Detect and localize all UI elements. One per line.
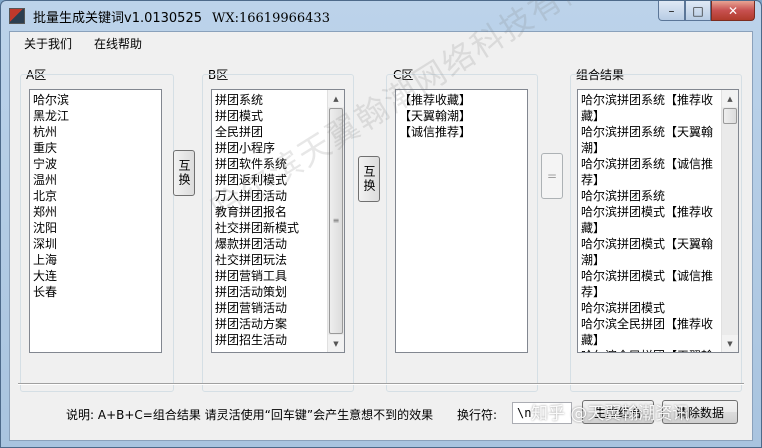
list-item[interactable]: 拼团活动策划 [215,284,344,300]
result-scroll-down-icon[interactable]: ▼ [722,335,738,352]
window-title-name: 批量生成关键词v1.0130525 [33,10,202,26]
list-item[interactable]: 社交拼团玩法 [215,252,344,268]
b-scrollbar[interactable]: ▲ ≡ ▼ [327,90,344,352]
list-item[interactable]: 社交拼团新模式 [215,220,344,236]
title-bar[interactable]: 批量生成关键词v1.0130525 WX:16619966433 – □ ✕ [1,1,761,31]
list-item[interactable]: 哈尔滨拼团模式 [581,300,721,316]
list-item[interactable]: 郑州 [33,204,161,220]
client-area: 关于我们 在线帮助 A区 哈尔滨 黑龙江 杭州 重庆 宁波 温州 北京 郑州 沈阳 深圳 上海 大连长… [9,31,753,441]
list-item[interactable]: 拼团模式 [215,108,344,124]
list-item[interactable]: 长春 [33,284,161,300]
a-listbox[interactable]: 哈尔滨 黑龙江 杭州 重庆 宁波 温州 北京 郑州 沈阳 深圳 上海 大连 长春 [29,89,162,353]
instructions-text: 说明: A+B+C=组合结果 请灵活使用“回车键”会产生意想不到的效果 [66,408,434,422]
menu-item-help[interactable]: 在线帮助 [86,35,150,52]
b-listbox[interactable]: 拼团系统 拼团模式 全民拼团 拼团小程序 拼团软件系统 拼团返利模式 万人拼团活动 教育拼团报… [211,89,345,353]
separator-line [18,383,744,385]
list-item[interactable]: 重庆 [33,140,161,156]
group-b: 拼团系统 拼团模式 全民拼团 拼团小程序 拼团软件系统 拼团返利模式 万人拼团活动 教育拼团报… [202,74,354,392]
list-item[interactable]: 哈尔滨全民拼团【天翼翰潮】 [581,348,721,352]
list-item[interactable]: 哈尔滨全民拼团【推荐收藏】 [581,316,721,348]
maximize-button[interactable]: □ [685,1,711,21]
list-item[interactable]: 【诚信推荐】 [399,124,527,140]
list-item[interactable]: 全民拼团 [215,124,344,140]
list-item[interactable]: 【天翼翰潮】 [399,108,527,124]
swap-bc-button[interactable]: 互换 [358,156,380,202]
app-icon [9,8,25,24]
list-item[interactable]: 教育拼团报名 [215,204,344,220]
b-scroll-up-icon[interactable]: ▲ [328,90,344,107]
list-item[interactable]: 哈尔滨拼团模式【天翼翰潮】 [581,236,721,268]
source-watermark: 知乎 @天翼翰潮资讯 [531,404,690,424]
app-window: 批量生成关键词v1.0130525 WX:16619966433 – □ ✕ 关于… [0,0,762,448]
list-item[interactable]: 大连 [33,268,161,284]
window-title: 批量生成关键词v1.0130525 WX:16619966433 [33,7,330,26]
list-item[interactable]: 哈尔滨拼团系统【诚信推荐】 [581,156,721,188]
result-listbox[interactable]: 哈尔滨拼团系统【推荐收藏】 哈尔滨拼团系统【天翼翰潮】 哈尔滨拼团系统【诚信推荐】哈… [577,89,739,353]
list-item[interactable]: 爆款拼团活动 [215,236,344,252]
list-item[interactable]: 温州 [33,172,161,188]
result-scroll-up-icon[interactable]: ▲ [722,90,738,107]
a-list-items: 哈尔滨 黑龙江 杭州 重庆 宁波 温州 北京 郑州 沈阳 深圳 上海 大连 长春 [30,90,161,300]
b-list-items: 拼团系统 拼团模式 全民拼团 拼团小程序 拼团软件系统 拼团返利模式 万人拼团活动 教育拼团报… [212,90,344,348]
list-item[interactable]: 深圳 [33,236,161,252]
close-icon: ✕ [727,3,739,18]
list-item[interactable]: 哈尔滨拼团模式【推荐收藏】 [581,204,721,236]
group-a: 哈尔滨 黑龙江 杭州 重庆 宁波 温州 北京 郑州 沈阳 深圳 上海 大连 长春 [20,74,174,392]
list-item[interactable]: 哈尔滨拼团模式【诚信推荐】 [581,268,721,300]
result-scroll-thumb[interactable] [723,108,737,124]
list-item[interactable]: 【推荐收藏】 [399,92,527,108]
list-item[interactable]: 拼团营销活动 [215,300,344,316]
list-item[interactable]: 哈尔滨拼团系统 [581,188,721,204]
window-controls: – □ ✕ [658,1,755,21]
result-scrollbar[interactable]: ▲ ▼ [721,90,738,352]
list-item[interactable]: 宁波 [33,156,161,172]
window-title-wx: WX:16619966433 [212,10,330,26]
minimize-button[interactable]: – [658,1,685,21]
list-item[interactable]: 哈尔滨 [33,92,161,108]
list-item[interactable]: 上海 [33,252,161,268]
list-item[interactable]: 拼团系统 [215,92,344,108]
menu-bar: 关于我们 在线帮助 [10,32,752,54]
result-list-items: 哈尔滨拼团系统【推荐收藏】 哈尔滨拼团系统【天翼翰潮】 哈尔滨拼团系统【诚信推荐】哈… [578,90,721,352]
b-scroll-thumb[interactable]: ≡ [329,108,343,334]
list-item[interactable]: 北京 [33,188,161,204]
b-scroll-down-icon[interactable]: ▼ [328,335,344,352]
list-item[interactable]: 黑龙江 [33,108,161,124]
list-item[interactable]: 拼团软件系统 [215,156,344,172]
c-listbox[interactable]: 【推荐收藏】 【天翼翰潮】 【诚信推荐】 [395,89,528,353]
group-result: 哈尔滨拼团系统【推荐收藏】 哈尔滨拼团系统【天翼翰潮】 哈尔滨拼团系统【诚信推荐】哈… [570,74,742,392]
swap-ab-button[interactable]: 互换 [173,150,195,196]
list-item[interactable]: 哈尔滨拼团系统【天翼翰潮】 [581,124,721,156]
list-item[interactable]: 拼团营销工具 [215,268,344,284]
list-item[interactable]: 哈尔滨拼团系统【推荐收藏】 [581,92,721,124]
equals-button[interactable]: = [541,153,563,199]
list-item[interactable]: 沈阳 [33,220,161,236]
minimize-icon: – [668,3,675,18]
list-item[interactable]: 拼团招生活动 [215,332,344,348]
list-item[interactable]: 拼团小程序 [215,140,344,156]
maximize-icon: □ [692,3,704,18]
separator-label: 换行符: [457,408,498,422]
list-item[interactable]: 杭州 [33,124,161,140]
group-c: 【推荐收藏】 【天翼翰潮】 【诚信推荐】 [386,74,538,392]
menu-item-about[interactable]: 关于我们 [16,35,80,52]
list-item[interactable]: 万人拼团活动 [215,188,344,204]
close-button[interactable]: ✕ [711,1,755,21]
list-item[interactable]: 拼团返利模式 [215,172,344,188]
list-item[interactable]: 拼团活动方案 [215,316,344,332]
c-list-items: 【推荐收藏】 【天翼翰潮】 【诚信推荐】 [396,90,527,140]
